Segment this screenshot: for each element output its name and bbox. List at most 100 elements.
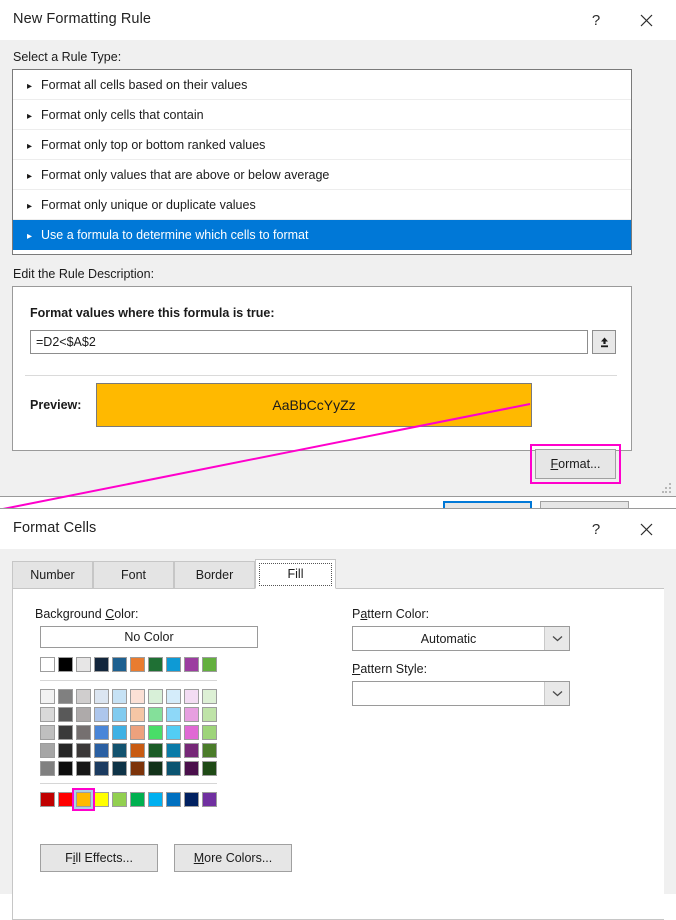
theme-color-swatch[interactable] — [130, 657, 145, 672]
resize-grip-icon[interactable] — [662, 483, 672, 493]
tint-color-swatch[interactable] — [76, 689, 91, 704]
close-icon[interactable] — [624, 0, 668, 40]
theme-color-swatch[interactable] — [184, 657, 199, 672]
tint-color-swatch[interactable] — [166, 689, 181, 704]
tint-color-swatch[interactable] — [148, 743, 163, 758]
tint-color-swatch[interactable] — [130, 761, 145, 776]
tint-color-swatch[interactable] — [58, 689, 73, 704]
tint-color-swatch[interactable] — [112, 725, 127, 740]
theme-color-swatch[interactable] — [40, 657, 55, 672]
tint-color-swatch[interactable] — [76, 725, 91, 740]
theme-color-swatch[interactable] — [166, 657, 181, 672]
formula-input[interactable] — [30, 330, 588, 354]
tint-color-swatch[interactable] — [112, 743, 127, 758]
more-colors-button[interactable]: More Colors... — [174, 844, 292, 872]
theme-color-swatch[interactable] — [58, 657, 73, 672]
tint-color-swatch[interactable] — [148, 725, 163, 740]
tab-font[interactable]: Font — [93, 561, 174, 589]
no-color-button[interactable]: No Color — [40, 626, 258, 648]
tint-color-swatch[interactable] — [40, 689, 55, 704]
rule-type-item[interactable]: ▸Format only cells that contain — [13, 100, 631, 130]
theme-color-swatch[interactable] — [148, 657, 163, 672]
tint-color-swatch[interactable] — [184, 689, 199, 704]
tint-color-swatch[interactable] — [112, 689, 127, 704]
tab-number[interactable]: Number — [12, 561, 93, 589]
tint-color-swatch[interactable] — [130, 689, 145, 704]
close-icon[interactable] — [624, 509, 668, 549]
tint-color-swatch[interactable] — [202, 707, 217, 722]
help-icon[interactable]: ? — [574, 0, 618, 40]
tint-color-swatch[interactable] — [166, 725, 181, 740]
chevron-down-icon[interactable] — [544, 627, 569, 650]
tint-color-swatch[interactable] — [58, 743, 73, 758]
fill-effects-button[interactable]: Fill Effects... — [40, 844, 158, 872]
standard-color-swatch[interactable] — [40, 792, 55, 807]
standard-color-swatch[interactable] — [112, 792, 127, 807]
theme-color-swatch[interactable] — [112, 657, 127, 672]
formula-row — [30, 330, 616, 354]
tint-color-swatch[interactable] — [184, 743, 199, 758]
tint-color-swatch[interactable] — [130, 743, 145, 758]
chevron-down-icon[interactable] — [544, 682, 569, 705]
tint-color-swatch[interactable] — [94, 707, 109, 722]
tint-color-swatch[interactable] — [202, 743, 217, 758]
pattern-color-value: Automatic — [353, 627, 544, 650]
formula-label: Format values where this formula is true… — [30, 306, 275, 320]
tint-color-swatch[interactable] — [40, 725, 55, 740]
tint-color-swatch[interactable] — [112, 761, 127, 776]
tint-color-swatch[interactable] — [166, 743, 181, 758]
tint-color-swatch[interactable] — [112, 707, 127, 722]
tint-color-swatch[interactable] — [202, 761, 217, 776]
rule-type-list[interactable]: ▸Format all cells based on their values … — [12, 69, 632, 255]
tint-color-swatch[interactable] — [40, 761, 55, 776]
tint-color-swatch[interactable] — [184, 761, 199, 776]
standard-color-swatch[interactable] — [58, 792, 73, 807]
tint-color-swatch[interactable] — [94, 761, 109, 776]
theme-color-swatch[interactable] — [202, 657, 217, 672]
theme-color-swatch[interactable] — [94, 657, 109, 672]
standard-color-swatch[interactable] — [94, 792, 109, 807]
rule-type-item[interactable]: ▸Format only unique or duplicate values — [13, 190, 631, 220]
pattern-style-dropdown[interactable] — [352, 681, 570, 706]
tint-color-swatch[interactable] — [184, 725, 199, 740]
tint-color-swatch[interactable] — [130, 707, 145, 722]
tint-color-swatch[interactable] — [166, 707, 181, 722]
tint-color-swatch[interactable] — [58, 707, 73, 722]
tint-color-swatch[interactable] — [148, 689, 163, 704]
pattern-color-dropdown[interactable]: Automatic — [352, 626, 570, 651]
tab-border[interactable]: Border — [174, 561, 255, 589]
tint-color-swatch[interactable] — [130, 725, 145, 740]
tint-color-swatch[interactable] — [148, 707, 163, 722]
rule-type-item[interactable]: ▸Format only values that are above or be… — [13, 160, 631, 190]
standard-color-swatch[interactable] — [202, 792, 217, 807]
preview-text: AaBbCcYyZz — [272, 397, 355, 413]
standard-color-swatch[interactable] — [166, 792, 181, 807]
help-icon[interactable]: ? — [574, 509, 618, 549]
tint-color-swatch[interactable] — [166, 761, 181, 776]
rule-type-item-selected[interactable]: ▸Use a formula to determine which cells … — [13, 220, 631, 250]
tint-color-swatch[interactable] — [202, 689, 217, 704]
format-button[interactable]: Format... — [535, 449, 616, 479]
rule-type-item[interactable]: ▸Format all cells based on their values — [13, 70, 631, 100]
tint-color-swatch[interactable] — [94, 689, 109, 704]
rule-type-item[interactable]: ▸Format only top or bottom ranked values — [13, 130, 631, 160]
tint-color-swatch[interactable] — [94, 743, 109, 758]
tint-color-swatch[interactable] — [40, 743, 55, 758]
collapse-dialog-icon[interactable] — [592, 330, 616, 354]
tint-color-swatch[interactable] — [148, 761, 163, 776]
tint-color-swatch[interactable] — [76, 761, 91, 776]
theme-color-swatch[interactable] — [76, 657, 91, 672]
tint-color-swatch[interactable] — [58, 725, 73, 740]
tint-color-swatch[interactable] — [58, 761, 73, 776]
tint-color-swatch[interactable] — [40, 707, 55, 722]
tint-color-swatch[interactable] — [94, 725, 109, 740]
standard-color-swatch[interactable] — [184, 792, 199, 807]
standard-color-swatch[interactable] — [130, 792, 145, 807]
tab-fill[interactable]: Fill — [255, 559, 336, 589]
tint-color-swatch[interactable] — [76, 743, 91, 758]
edit-rule-description-label: Edit the Rule Description: — [13, 267, 154, 281]
standard-color-swatch[interactable] — [148, 792, 163, 807]
tint-color-swatch[interactable] — [202, 725, 217, 740]
tint-color-swatch[interactable] — [76, 707, 91, 722]
tint-color-swatch[interactable] — [184, 707, 199, 722]
